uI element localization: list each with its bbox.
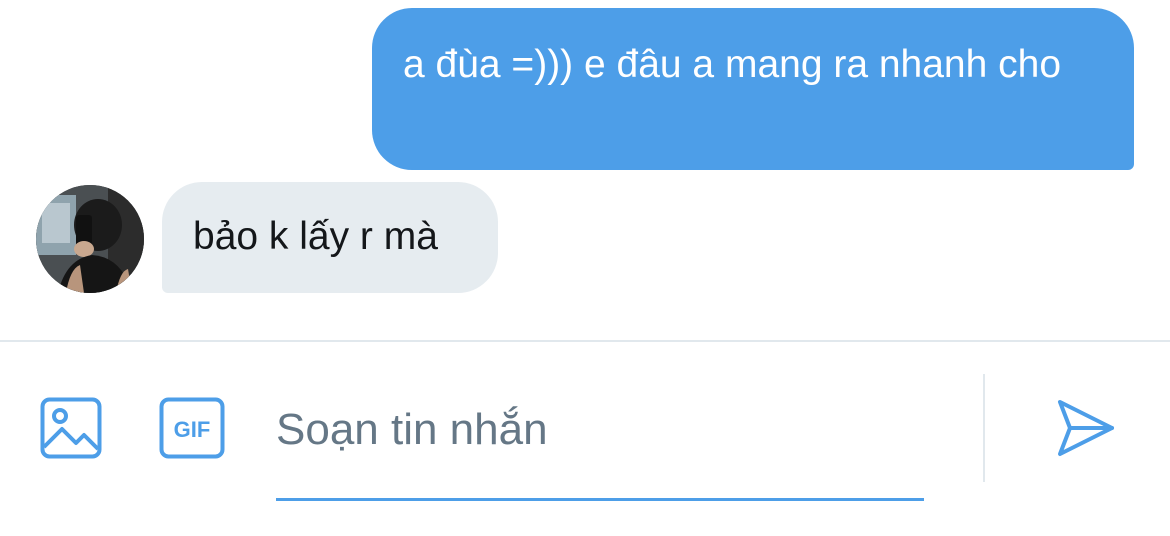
message-input-wrap [276,390,924,502]
input-underline [276,498,924,501]
message-input[interactable] [276,390,924,470]
avatar[interactable] [36,185,144,293]
received-message-bubble: bảo k lấy r mà [162,182,498,293]
received-message-text: bảo k lấy r mà [193,215,438,258]
send-separator [983,374,985,482]
send-icon[interactable] [1054,396,1118,460]
avatar-photo [36,185,144,293]
gif-label: GIF [174,417,211,442]
sent-message-bubble: a đùa =))) e đâu a mang ra nhanh cho [372,8,1134,170]
gif-icon[interactable]: GIF [159,397,225,459]
image-icon[interactable] [40,397,102,459]
message-thread: a đùa =))) e đâu a mang ra nhanh cho bảo… [0,0,1170,340]
sent-message-text: a đùa =))) e đâu a mang ra nhanh cho [403,43,1062,86]
message-composer: GIF [0,342,1170,536]
